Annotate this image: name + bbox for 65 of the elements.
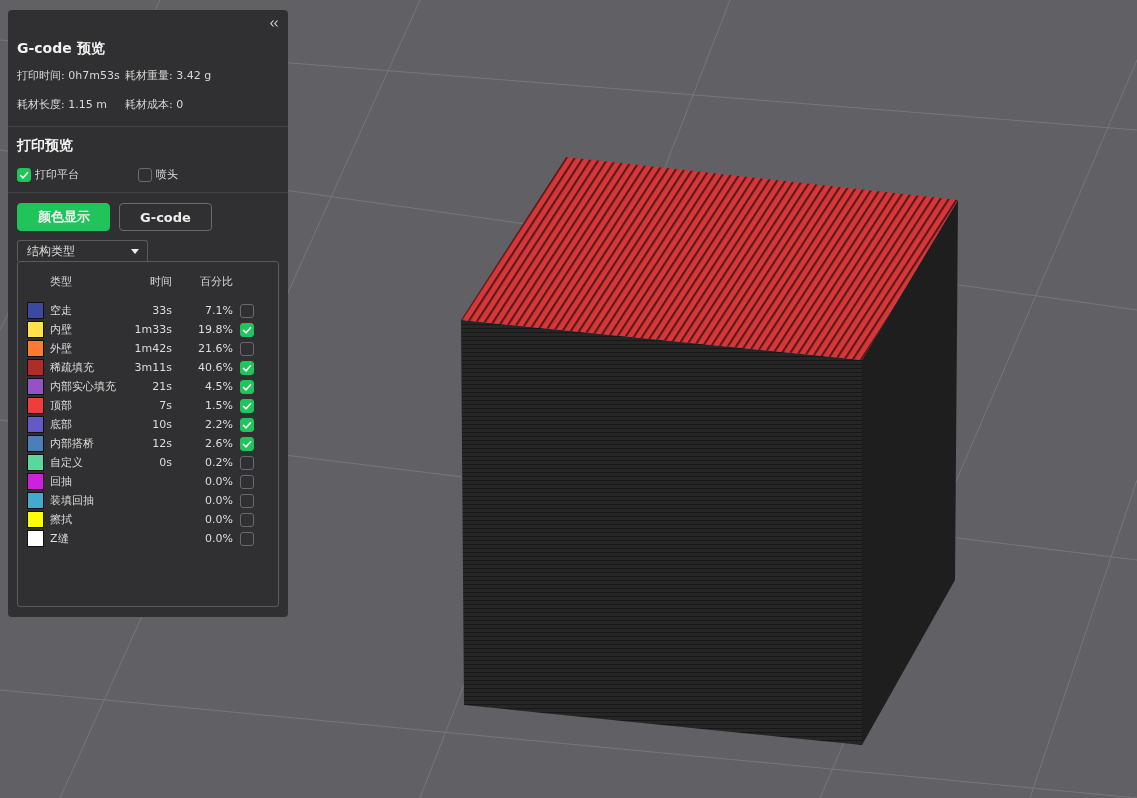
caret-icon xyxy=(131,248,139,254)
feature-name: 回抽 xyxy=(49,474,73,489)
visibility-checkbox[interactable] xyxy=(240,512,254,527)
percent-value: 1.5% xyxy=(205,399,233,412)
time-value: 3m11s xyxy=(134,361,172,374)
visibility-checkbox[interactable] xyxy=(240,303,254,318)
stat-text: 耗材长度: 1.15 m xyxy=(17,97,108,112)
percent-value: 2.2% xyxy=(205,418,233,431)
percent-value: 0.0% xyxy=(205,494,233,507)
feature-name: 底部 xyxy=(49,417,73,432)
percent-value: 0.0% xyxy=(205,513,233,526)
visibility-checkbox[interactable] xyxy=(240,417,254,432)
percent-value: 21.6% xyxy=(198,342,233,355)
stat-text: 打印时间: 0h7m53s xyxy=(17,68,121,83)
feature-name: 稀疏填充 xyxy=(49,360,95,375)
time-value: 12s xyxy=(152,437,172,450)
time-value: 1m42s xyxy=(134,342,172,355)
feature-name: 空走 xyxy=(49,303,73,318)
visibility-checkbox[interactable] xyxy=(240,531,254,546)
checkbox-option[interactable]: 打印平台 xyxy=(17,167,138,182)
feature-name: 内部实心填充 xyxy=(49,379,117,394)
percent-value: 4.5% xyxy=(205,380,233,393)
time-value: 21s xyxy=(152,380,172,393)
percent-value: 19.8% xyxy=(198,323,233,336)
feature-name: 内壁 xyxy=(49,322,73,337)
time-value: 0s xyxy=(159,456,172,469)
checkbox-option[interactable]: 喷头 xyxy=(138,167,279,182)
feature-name: Z缝 xyxy=(49,531,70,546)
column-header: 百分比 xyxy=(199,273,233,289)
visibility-checkbox[interactable] xyxy=(240,436,254,451)
stat-text: 耗材重量: 3.42 g xyxy=(125,68,213,83)
visibility-checkbox[interactable] xyxy=(240,379,254,394)
column-header: 类型 xyxy=(49,273,73,289)
percent-value: 7.1% xyxy=(205,304,233,317)
collapse-icon[interactable] xyxy=(270,20,278,27)
visibility-checkbox[interactable] xyxy=(240,455,254,470)
visibility-checkbox[interactable] xyxy=(240,493,254,508)
feature-name: 外壁 xyxy=(49,341,73,356)
panel-title: G-code 预览 xyxy=(16,39,106,58)
percent-value: 40.6% xyxy=(198,361,233,374)
view-mode-button[interactable]: G-code xyxy=(119,203,212,231)
checkbox[interactable] xyxy=(17,167,31,182)
time-value: 1m33s xyxy=(134,323,172,336)
visibility-checkbox[interactable] xyxy=(240,360,254,375)
checkbox[interactable] xyxy=(138,167,152,182)
time-value: 33s xyxy=(152,304,172,317)
percent-value: 0.2% xyxy=(205,456,233,469)
type-dropdown[interactable]: 结构类型 xyxy=(17,240,148,261)
section-title: 打印预览 xyxy=(15,136,74,155)
visibility-checkbox[interactable] xyxy=(240,398,254,413)
column-header: 时间 xyxy=(149,273,172,289)
visibility-checkbox[interactable] xyxy=(240,341,254,356)
feature-name: 自定义 xyxy=(49,455,84,470)
percent-value: 0.0% xyxy=(205,475,233,488)
visibility-checkbox[interactable] xyxy=(240,474,254,489)
feature-name: 内部搭桥 xyxy=(49,436,95,451)
time-value: 10s xyxy=(152,418,172,431)
percent-value: 2.6% xyxy=(205,437,233,450)
feature-name: 顶部 xyxy=(49,398,73,413)
percent-value: 0.0% xyxy=(205,532,233,545)
stat-text: 耗材成本: 0 xyxy=(125,97,185,112)
time-value: 7s xyxy=(159,399,172,412)
feature-name: 擦拭 xyxy=(49,512,73,527)
visibility-checkbox[interactable] xyxy=(240,322,254,337)
feature-name: 装填回抽 xyxy=(49,493,95,508)
